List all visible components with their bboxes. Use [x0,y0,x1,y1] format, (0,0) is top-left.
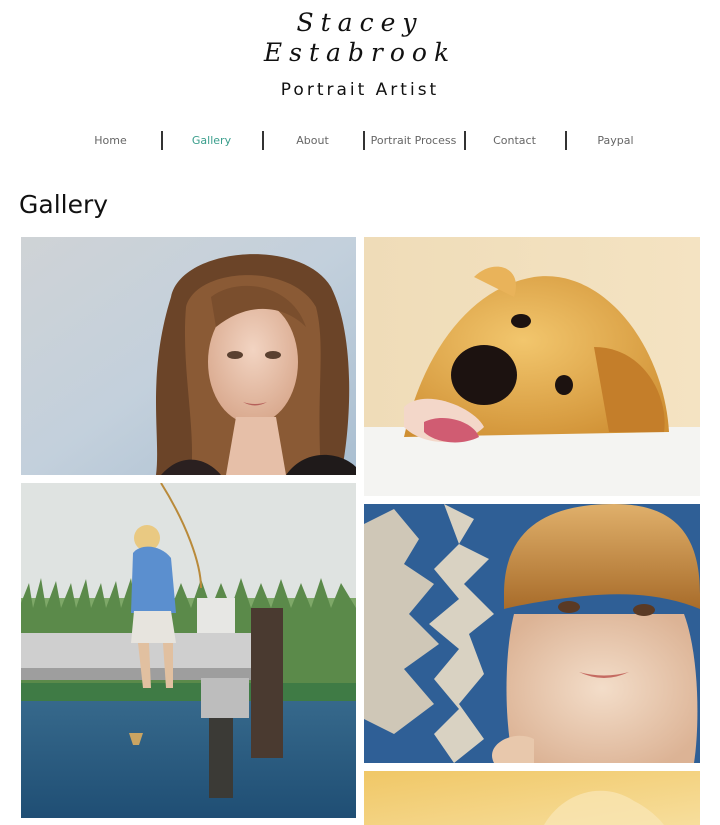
logo-first-name[interactable]: Stacey [0,8,720,37]
gallery-image-dog-portrait[interactable] [364,237,700,496]
golden-retriever-painting [364,237,700,496]
gallery-image-woman-portrait[interactable] [21,237,356,475]
nav-divider [262,131,264,150]
woman-portrait-painting [21,237,356,475]
nav-paypal[interactable]: Paypal [565,130,666,150]
nav-divider [161,131,163,150]
young-boy-painting [364,504,700,763]
nav-gallery[interactable]: Gallery [161,130,262,150]
page-title: Gallery [19,190,109,219]
nav-contact[interactable]: Contact [464,130,565,150]
nav-home[interactable]: Home [60,130,161,150]
gallery-image-boy-fishing[interactable] [21,483,356,818]
nav-divider [363,131,365,150]
boy-fishing-painting [21,483,356,818]
gallery-image-partial[interactable] [364,771,700,825]
gallery-image-boy-portrait[interactable] [364,504,700,763]
nav-divider [565,131,567,150]
nav-divider [464,131,466,150]
partial-painting [364,771,700,825]
nav-about[interactable]: About [262,130,363,150]
site-tagline: Portrait Artist [280,80,440,100]
nav-portrait-process[interactable]: Portrait Process [363,130,464,150]
site-header: Stacey Estabrook Portrait Artist [0,0,720,110]
logo-last-name[interactable]: Estabrook [0,38,720,67]
